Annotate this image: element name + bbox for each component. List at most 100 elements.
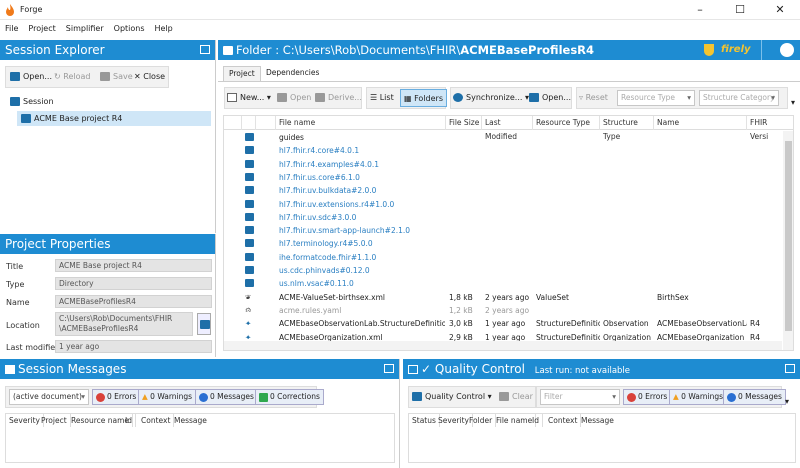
fhir-version-cell: R4: [750, 319, 760, 329]
col-context[interactable]: Context: [545, 414, 582, 427]
user-avatar-icon[interactable]: [780, 43, 794, 57]
open-button[interactable]: Open...: [10, 68, 52, 86]
vertical-scrollbar[interactable]: [783, 131, 793, 350]
table-row[interactable]: hl7.terminology.r4#5.0.0: [224, 237, 782, 250]
errors-filter-button[interactable]: 0 Errors: [92, 389, 141, 405]
table-row[interactable]: hl7.fhir.us.core#6.1.0: [224, 171, 782, 184]
horizontal-scrollbar[interactable]: [224, 341, 782, 350]
file-name-cell: hl7.fhir.r4.core#4.0.1: [279, 146, 360, 156]
project-properties-header: Project Properties: [0, 234, 215, 254]
menu-help[interactable]: Help: [150, 20, 178, 38]
col-structure-type[interactable]: Structure Type: [600, 116, 654, 141]
tab-dependencies[interactable]: Dependencies: [261, 66, 324, 81]
menu-file[interactable]: File: [0, 20, 23, 38]
file-table-body: guides hl7.fhir.r4.core#4.0.1 hl7.fhir.r4.…: [224, 131, 782, 350]
close-button[interactable]: ✕ Close: [134, 68, 165, 86]
list-icon: ☰: [370, 93, 378, 102]
firely-logo[interactable]: firely: [721, 40, 751, 60]
folder-header-icon: [223, 46, 233, 55]
browse-location-button[interactable]: [197, 313, 211, 335]
qc-errors-filter-button[interactable]: 0 Errors: [623, 389, 672, 405]
file-col-icon[interactable]: [242, 116, 256, 130]
reset-button[interactable]: ▿ Reset: [579, 89, 608, 107]
file-name-cell: hl7.fhir.uv.bulkdata#2.0.0: [279, 186, 377, 196]
type-col-icon[interactable]: [256, 116, 276, 130]
close-window-button[interactable]: ✕: [760, 0, 800, 20]
table-row[interactable]: us.cdc.phinvads#0.12.0: [224, 264, 782, 277]
table-row[interactable]: hl7.fhir.uv.smart-app-launch#2.1.0: [224, 224, 782, 237]
col-file-name[interactable]: File name: [276, 116, 446, 130]
structure-category-select[interactable]: Structure Category ▾: [699, 90, 779, 106]
col-folder[interactable]: Folder: [466, 414, 497, 427]
session-explorer-title: Session Explorer: [5, 43, 105, 57]
table-row[interactable]: ⚙ acme.rules.yaml 1,2 kB 2 years ago: [224, 304, 782, 317]
col-last-modified[interactable]: Last Modified: [482, 116, 533, 141]
dock-icon[interactable]: [384, 364, 394, 373]
status-col-icon[interactable]: [224, 116, 242, 130]
menu-options[interactable]: Options: [109, 20, 150, 38]
col-id[interactable]: Id: [529, 414, 543, 427]
table-row[interactable]: ihe.formatcode.fhir#1.1.0: [224, 251, 782, 264]
synchronize-button[interactable]: Synchronize... ▾: [453, 89, 529, 107]
qc-messages-filter-button[interactable]: 0 Messages: [723, 389, 786, 405]
quality-control-button[interactable]: Quality Control ▾: [412, 388, 492, 406]
location-label: Location: [6, 321, 40, 330]
table-row[interactable]: guides: [224, 131, 782, 144]
qc-filter-select[interactable]: Filter ▾: [540, 389, 620, 405]
corrections-filter-button[interactable]: 0 Corrections: [255, 389, 324, 405]
toolbar-overflow-icon[interactable]: ▾: [785, 397, 789, 406]
warning-icon: ▲: [673, 392, 679, 401]
col-name[interactable]: Name: [654, 116, 747, 130]
scrollbar-thumb[interactable]: [785, 141, 792, 331]
col-message[interactable]: Message: [171, 414, 210, 427]
clear-button[interactable]: Clear: [499, 388, 533, 406]
col-context[interactable]: Context: [138, 414, 175, 427]
table-row[interactable]: hl7.fhir.r4.core#4.0.1: [224, 144, 782, 157]
menu-simplifier[interactable]: Simplifier: [61, 20, 109, 38]
new-button[interactable]: New... ▾: [227, 89, 271, 107]
session-messages-toolbar: (active document) ▾ 0 Errors ▲ 0 Warnings…: [5, 386, 324, 408]
tab-project[interactable]: Project: [223, 66, 261, 81]
folders-view-button[interactable]: ▦ Folders: [400, 89, 447, 107]
document-select[interactable]: (active document) ▾: [9, 389, 89, 405]
list-view-button[interactable]: ☰ List: [370, 89, 394, 107]
col-fhir-version[interactable]: FHIR Versi: [747, 116, 787, 141]
table-row[interactable]: ✦ ACMEbaseObservationLab.StructureDefinit…: [224, 317, 782, 330]
sync-icon: [453, 93, 463, 102]
table-row[interactable]: hl7.fhir.uv.bulkdata#2.0.0: [224, 184, 782, 197]
last-modified-label: Last modified: [6, 343, 61, 352]
table-row[interactable]: ❦ ACME-ValueSet-birthsex.xml 1,8 kB 2 years…: [224, 291, 782, 304]
col-project[interactable]: Project: [38, 414, 71, 427]
tree-session-node[interactable]: Session: [10, 96, 54, 108]
trophy-icon[interactable]: [704, 44, 714, 56]
dock-icon[interactable]: [785, 364, 795, 373]
warnings-filter-button[interactable]: ▲ 0 Warnings: [138, 389, 197, 405]
maximize-button[interactable]: ☐: [720, 0, 760, 20]
table-row[interactable]: us.nlm.vsac#0.11.0: [224, 277, 782, 290]
save-button[interactable]: Save: [100, 68, 133, 86]
table-row[interactable]: hl7.fhir.uv.sdc#3.0.0: [224, 211, 782, 224]
col-resource-type[interactable]: Resource Type: [533, 116, 600, 130]
toolbar-overflow-icon[interactable]: ▾: [791, 98, 795, 107]
col-message[interactable]: Message: [578, 414, 617, 427]
table-row[interactable]: hl7.fhir.r4.examples#4.0.1: [224, 158, 782, 171]
forge-flame-icon: [6, 4, 14, 16]
dock-icon[interactable]: [200, 45, 210, 54]
menu-project[interactable]: Project: [23, 20, 60, 38]
tree-project-node[interactable]: ACME Base project R4: [17, 111, 211, 126]
messages-filter-button[interactable]: 0 Messages: [195, 389, 258, 405]
open-file-button[interactable]: Open: [277, 89, 311, 107]
last-modified-field: 1 year ago: [55, 340, 212, 353]
col-file-size[interactable]: File Size: [446, 116, 482, 130]
derive-button[interactable]: Derive...: [315, 89, 362, 107]
type-field: Directory: [55, 277, 212, 290]
open-external-button[interactable]: Open...: [529, 89, 571, 107]
qc-warnings-filter-button[interactable]: ▲ 0 Warnings: [669, 389, 728, 405]
table-row[interactable]: hl7.fhir.uv.extensions.r4#1.0.0: [224, 198, 782, 211]
resource-type-select[interactable]: Resource Type ▾: [617, 90, 695, 106]
file-name-cell: hl7.fhir.r4.examples#4.0.1: [279, 159, 380, 169]
trash-icon: [499, 392, 509, 401]
minimize-button[interactable]: –: [680, 0, 720, 20]
reload-button[interactable]: ↻ Reload: [54, 68, 90, 86]
col-id[interactable]: Id: [122, 414, 136, 427]
